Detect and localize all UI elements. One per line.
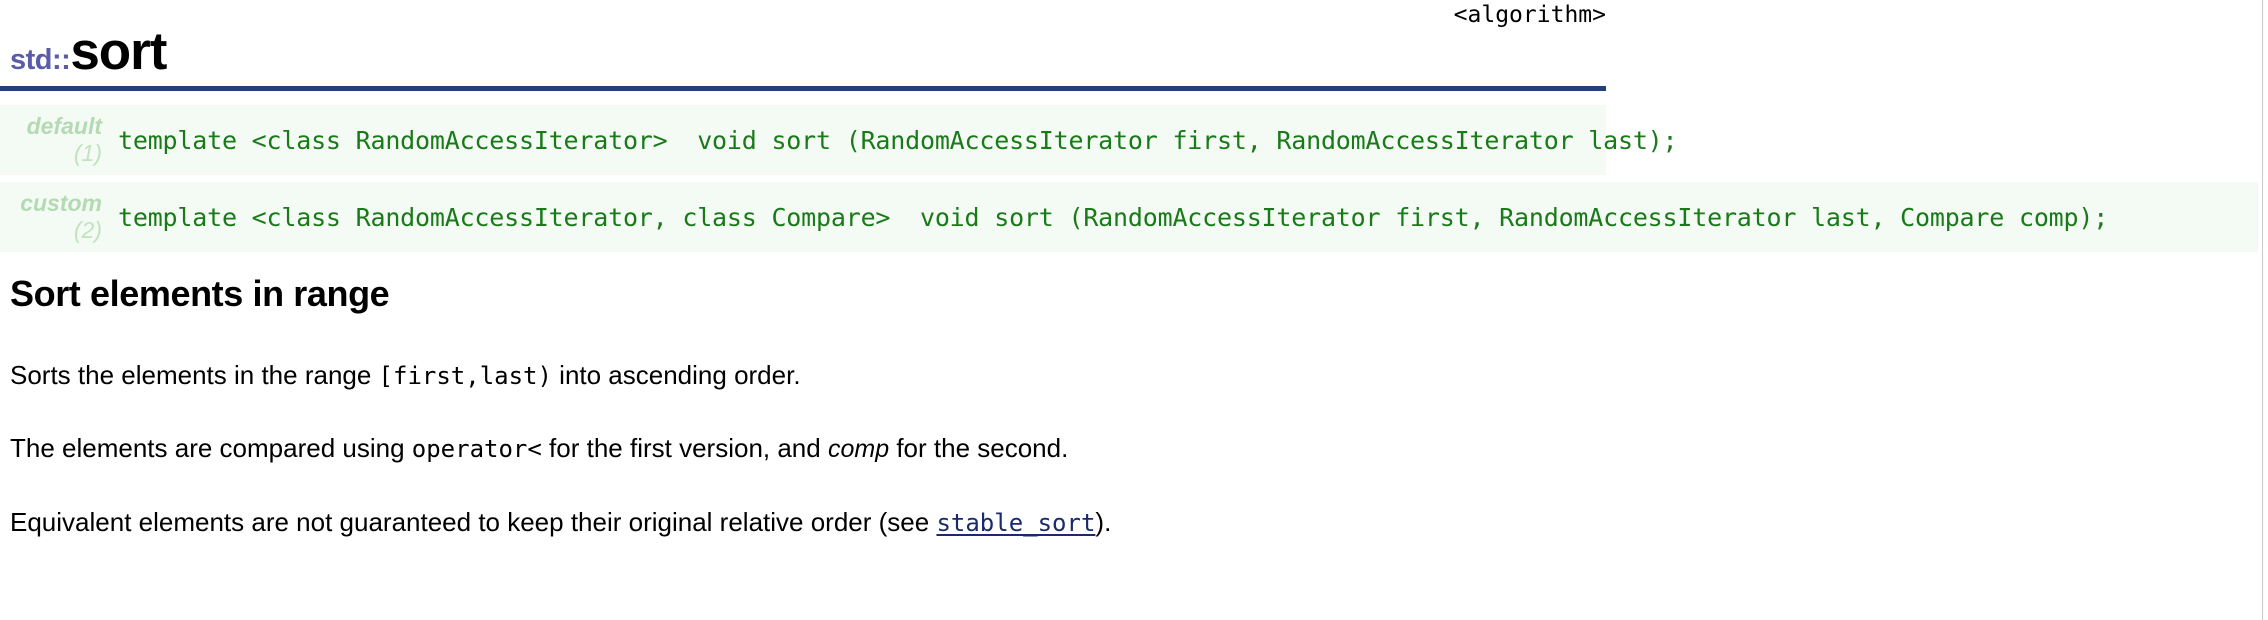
prototype-number-label: (2) (73, 217, 102, 243)
prototype-row-custom: custom (2) template <class RandomAccessI… (0, 182, 2258, 252)
paragraph-3-text-before: Equivalent elements are not guaranteed t… (10, 507, 937, 538)
comp-parameter-emphasis: comp (827, 435, 890, 464)
paragraph-1-text-before: Sorts the elements in the range (10, 359, 379, 390)
content-right-divider (2262, 0, 2263, 620)
page-header-inner: std::sort <algorithm> (0, 0, 1606, 86)
prototype-signature-custom: template <class RandomAccessIterator, cl… (118, 202, 2109, 232)
prototype-kind-label: custom (20, 189, 102, 216)
title-function: sort (70, 22, 167, 81)
page-header: std::sort <algorithm> (0, 0, 1606, 95)
description-paragraph-2: The elements are compared using operator… (10, 432, 2250, 465)
paragraph-2-text-before: The elements are compared using (10, 433, 412, 464)
prototype-label-custom: custom (2) (0, 190, 108, 244)
prototype-table: default (1) template <class RandomAccess… (0, 105, 2268, 252)
description-paragraph-3: Equivalent elements are not guaranteed t… (10, 506, 2250, 539)
page-title: std::sort (10, 22, 167, 81)
paragraph-3-text-after: ). (1095, 507, 1112, 538)
prototype-signature-default: template <class RandomAccessIterator> vo… (118, 125, 1678, 155)
description-paragraph-1: Sorts the elements in the range [first,l… (10, 359, 2250, 392)
operator-code-literal: operator< (411, 435, 542, 464)
paragraph-1-text-after: into ascending order. (551, 359, 801, 390)
prototype-kind-label: default (26, 112, 102, 139)
range-code-literal: [first,last) (378, 361, 552, 390)
prototype-number-label: (1) (73, 140, 102, 166)
header-divider-rule (0, 86, 1606, 91)
stable-sort-link[interactable]: stable_sort (936, 509, 1095, 537)
reference-page: std::sort <algorithm> default (1) templa… (0, 0, 2268, 620)
include-header-label: <algorithm> (1453, 2, 1606, 28)
paragraph-2-text-middle: for the first version, and (541, 433, 828, 464)
prototype-label-default: default (1) (0, 113, 108, 167)
description-section: Sort elements in range Sorts the element… (10, 274, 2250, 539)
prototype-row-default: default (1) template <class RandomAccess… (0, 105, 1678, 175)
section-heading: Sort elements in range (10, 273, 390, 314)
paragraph-2-text-after: for the second. (889, 433, 1069, 464)
title-namespace: std:: (10, 44, 71, 76)
